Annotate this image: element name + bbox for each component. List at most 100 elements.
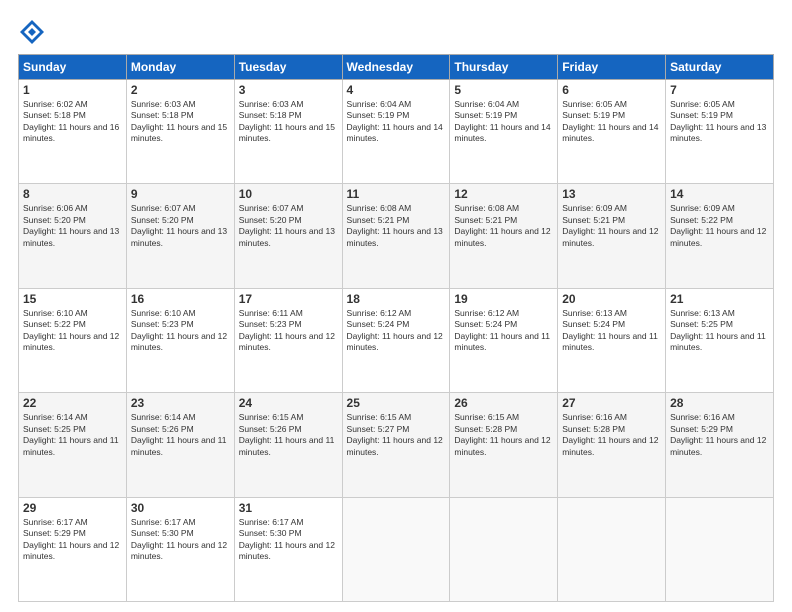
day-number: 16 — [131, 292, 230, 306]
calendar-cell — [666, 497, 774, 601]
weekday-header: Sunday — [19, 55, 127, 80]
weekday-header: Saturday — [666, 55, 774, 80]
calendar-cell: 17 Sunrise: 6:11 AMSunset: 5:23 PMDayligh… — [234, 288, 342, 392]
calendar-cell: 14Sunrise: 6:09 AMSunset: 5:22 PMDayligh… — [666, 184, 774, 288]
cell-info: Sunrise: 6:07 AMSunset: 5:20 PMDaylight:… — [239, 203, 335, 247]
calendar-cell: 23 Sunrise: 6:14 AMSunset: 5:26 PMDayligh… — [126, 393, 234, 497]
cell-info: Sunrise: 6:05 AMSunset: 5:19 PMDaylight:… — [562, 99, 658, 143]
calendar-cell: 7 Sunrise: 6:05 AMSunset: 5:19 PMDaylight… — [666, 80, 774, 184]
cell-info: Sunrise: 6:03 AMSunset: 5:18 PMDaylight:… — [131, 99, 227, 143]
day-number: 8 — [23, 187, 122, 201]
calendar-week: 22 Sunrise: 6:14 AMSunset: 5:25 PMDayligh… — [19, 393, 774, 497]
logo-icon — [18, 18, 46, 46]
calendar-cell: 8 Sunrise: 6:06 AMSunset: 5:20 PMDaylight… — [19, 184, 127, 288]
cell-info: Sunrise: 6:16 AMSunset: 5:28 PMDaylight:… — [562, 412, 658, 456]
day-number: 23 — [131, 396, 230, 410]
cell-info: Sunrise: 6:11 AMSunset: 5:23 PMDaylight:… — [239, 308, 335, 352]
logo — [18, 18, 50, 46]
day-number: 28 — [670, 396, 769, 410]
cell-info: Sunrise: 6:14 AMSunset: 5:26 PMDaylight:… — [131, 412, 227, 456]
day-number: 22 — [23, 396, 122, 410]
cell-info: Sunrise: 6:13 AMSunset: 5:24 PMDaylight:… — [562, 308, 658, 352]
calendar-cell: 10 Sunrise: 6:07 AMSunset: 5:20 PMDayligh… — [234, 184, 342, 288]
cell-info: Sunrise: 6:08 AMSunset: 5:21 PMDaylight:… — [454, 203, 550, 247]
calendar-cell — [342, 497, 450, 601]
weekday-header: Monday — [126, 55, 234, 80]
weekday-header: Friday — [558, 55, 666, 80]
day-number: 12 — [454, 187, 553, 201]
calendar-cell: 27 Sunrise: 6:16 AMSunset: 5:28 PMDayligh… — [558, 393, 666, 497]
calendar-cell: 3 Sunrise: 6:03 AMSunset: 5:18 PMDaylight… — [234, 80, 342, 184]
calendar-cell: 1 Sunrise: 6:02 AMSunset: 5:18 PMDaylight… — [19, 80, 127, 184]
calendar: SundayMondayTuesdayWednesdayThursdayFrid… — [18, 54, 774, 602]
calendar-cell: 4 Sunrise: 6:04 AMSunset: 5:19 PMDaylight… — [342, 80, 450, 184]
weekday-header: Tuesday — [234, 55, 342, 80]
day-number: 20 — [562, 292, 661, 306]
cell-info: Sunrise: 6:15 AMSunset: 5:26 PMDaylight:… — [239, 412, 335, 456]
cell-info: Sunrise: 6:15 AMSunset: 5:28 PMDaylight:… — [454, 412, 550, 456]
day-number: 1 — [23, 83, 122, 97]
calendar-cell: 16 Sunrise: 6:10 AMSunset: 5:23 PMDayligh… — [126, 288, 234, 392]
header — [18, 18, 774, 46]
calendar-cell: 30Sunrise: 6:17 AMSunset: 5:30 PMDayligh… — [126, 497, 234, 601]
calendar-cell: 28 Sunrise: 6:16 AMSunset: 5:29 PMDayligh… — [666, 393, 774, 497]
calendar-week: 15 Sunrise: 6:10 AMSunset: 5:22 PMDayligh… — [19, 288, 774, 392]
cell-info: Sunrise: 6:09 AMSunset: 5:21 PMDaylight:… — [562, 203, 658, 247]
day-number: 29 — [23, 501, 122, 515]
calendar-cell: 12 Sunrise: 6:08 AMSunset: 5:21 PMDayligh… — [450, 184, 558, 288]
cell-info: Sunrise: 6:14 AMSunset: 5:25 PMDaylight:… — [23, 412, 119, 456]
calendar-cell: 25 Sunrise: 6:15 AMSunset: 5:27 PMDayligh… — [342, 393, 450, 497]
page: SundayMondayTuesdayWednesdayThursdayFrid… — [0, 0, 792, 612]
cell-info: Sunrise: 6:03 AMSunset: 5:18 PMDaylight:… — [239, 99, 335, 143]
calendar-cell: 5 Sunrise: 6:04 AMSunset: 5:19 PMDaylight… — [450, 80, 558, 184]
weekday-header: Wednesday — [342, 55, 450, 80]
cell-info: Sunrise: 6:12 AMSunset: 5:24 PMDaylight:… — [347, 308, 443, 352]
calendar-week: 29 Sunrise: 6:17 AMSunset: 5:29 PMDayligh… — [19, 497, 774, 601]
day-number: 21 — [670, 292, 769, 306]
calendar-cell: 13 Sunrise: 6:09 AMSunset: 5:21 PMDayligh… — [558, 184, 666, 288]
day-number: 25 — [347, 396, 446, 410]
cell-info: Sunrise: 6:04 AMSunset: 5:19 PMDaylight:… — [347, 99, 443, 143]
calendar-cell: 29 Sunrise: 6:17 AMSunset: 5:29 PMDayligh… — [19, 497, 127, 601]
calendar-cell: 11 Sunrise: 6:08 AMSunset: 5:21 PMDayligh… — [342, 184, 450, 288]
cell-info: Sunrise: 6:06 AMSunset: 5:20 PMDaylight:… — [23, 203, 119, 247]
day-number: 6 — [562, 83, 661, 97]
cell-info: Sunrise: 6:17 AMSunset: 5:29 PMDaylight:… — [23, 517, 119, 561]
day-number: 7 — [670, 83, 769, 97]
calendar-cell — [450, 497, 558, 601]
calendar-cell: 2Sunrise: 6:03 AMSunset: 5:18 PMDaylight… — [126, 80, 234, 184]
day-number: 10 — [239, 187, 338, 201]
cell-info: Sunrise: 6:10 AMSunset: 5:23 PMDaylight:… — [131, 308, 227, 352]
day-number: 4 — [347, 83, 446, 97]
day-number: 14 — [670, 187, 769, 201]
calendar-cell: 22 Sunrise: 6:14 AMSunset: 5:25 PMDayligh… — [19, 393, 127, 497]
day-number: 15 — [23, 292, 122, 306]
calendar-cell: 26 Sunrise: 6:15 AMSunset: 5:28 PMDayligh… — [450, 393, 558, 497]
cell-info: Sunrise: 6:10 AMSunset: 5:22 PMDaylight:… — [23, 308, 119, 352]
cell-info: Sunrise: 6:05 AMSunset: 5:19 PMDaylight:… — [670, 99, 766, 143]
calendar-cell: 31Sunrise: 6:17 AMSunset: 5:30 PMDayligh… — [234, 497, 342, 601]
calendar-cell: 9Sunrise: 6:07 AMSunset: 5:20 PMDaylight… — [126, 184, 234, 288]
calendar-week: 8 Sunrise: 6:06 AMSunset: 5:20 PMDaylight… — [19, 184, 774, 288]
cell-info: Sunrise: 6:17 AMSunset: 5:30 PMDaylight:… — [239, 517, 335, 561]
day-number: 26 — [454, 396, 553, 410]
cell-info: Sunrise: 6:13 AMSunset: 5:25 PMDaylight:… — [670, 308, 766, 352]
calendar-cell: 18 Sunrise: 6:12 AMSunset: 5:24 PMDayligh… — [342, 288, 450, 392]
calendar-week: 1 Sunrise: 6:02 AMSunset: 5:18 PMDaylight… — [19, 80, 774, 184]
day-number: 17 — [239, 292, 338, 306]
day-number: 3 — [239, 83, 338, 97]
weekday-header: Thursday — [450, 55, 558, 80]
cell-info: Sunrise: 6:16 AMSunset: 5:29 PMDaylight:… — [670, 412, 766, 456]
calendar-cell: 19Sunrise: 6:12 AMSunset: 5:24 PMDayligh… — [450, 288, 558, 392]
day-number: 27 — [562, 396, 661, 410]
day-number: 18 — [347, 292, 446, 306]
cell-info: Sunrise: 6:08 AMSunset: 5:21 PMDaylight:… — [347, 203, 443, 247]
day-number: 13 — [562, 187, 661, 201]
calendar-cell: 20 Sunrise: 6:13 AMSunset: 5:24 PMDayligh… — [558, 288, 666, 392]
cell-info: Sunrise: 6:02 AMSunset: 5:18 PMDaylight:… — [23, 99, 119, 143]
day-number: 5 — [454, 83, 553, 97]
day-number: 11 — [347, 187, 446, 201]
cell-info: Sunrise: 6:15 AMSunset: 5:27 PMDaylight:… — [347, 412, 443, 456]
cell-info: Sunrise: 6:04 AMSunset: 5:19 PMDaylight:… — [454, 99, 550, 143]
calendar-cell — [558, 497, 666, 601]
